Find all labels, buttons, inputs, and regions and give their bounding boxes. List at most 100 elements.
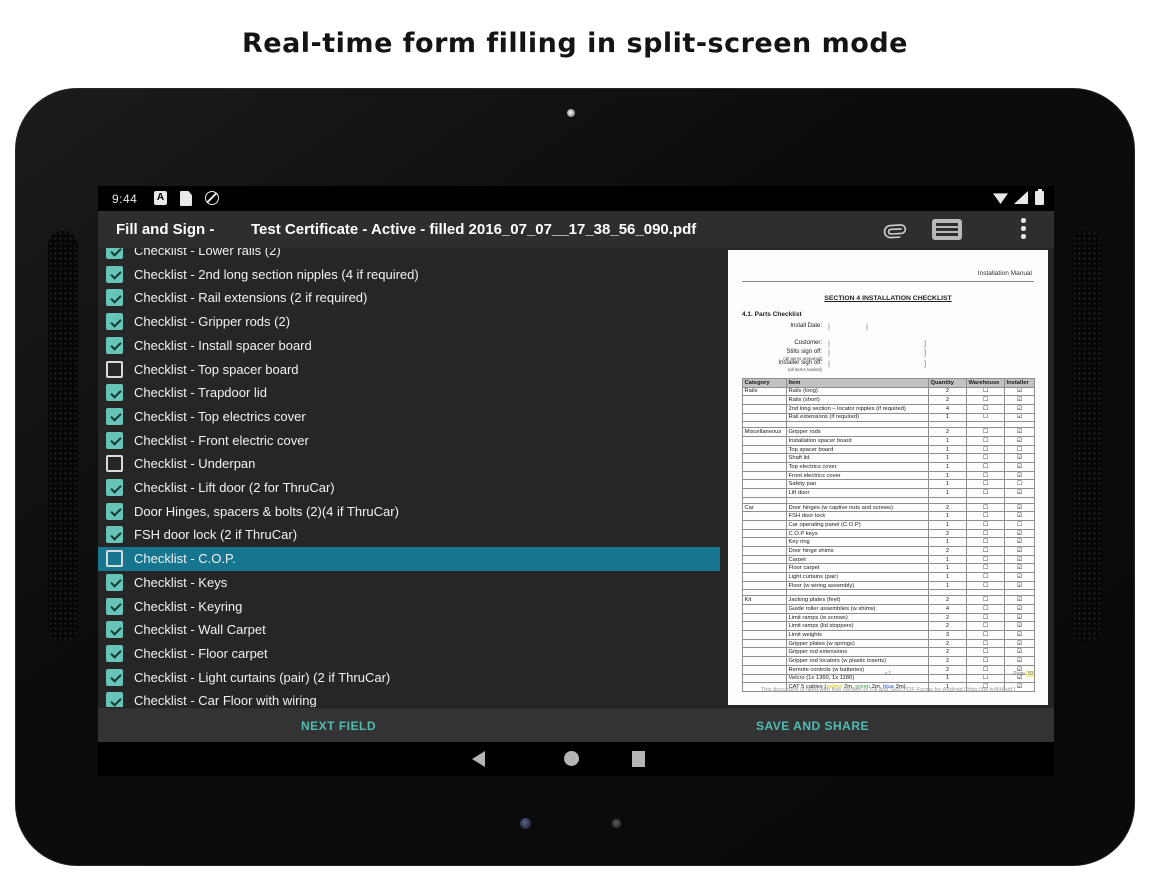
checklist-item[interactable]: Checklist - Keys <box>98 571 720 595</box>
checklist-item[interactable]: Checklist - Car Floor with wiring <box>98 689 720 707</box>
checkbox-checked-icon[interactable] <box>106 384 123 401</box>
pdf-checkbox-checked-icon: ☑ <box>1005 547 1035 556</box>
pdf-checkbox-unchecked-icon: ☐ <box>967 657 1005 666</box>
checkbox-unchecked-icon[interactable] <box>106 361 123 378</box>
pdf-checkbox-unchecked-icon: ☐ <box>967 613 1005 622</box>
checkbox-checked-icon[interactable] <box>106 598 123 615</box>
pdf-checkbox-unchecked-icon: ☐ <box>967 547 1005 556</box>
pdf-page-label: Page <box>1013 671 1025 677</box>
pdf-checkbox-checked-icon: ☑ <box>1005 512 1035 521</box>
pdf-table-row: KitJacking plates (feet)2☐☑ <box>743 596 1035 605</box>
checklist-item[interactable]: Checklist - Install spacer board <box>98 334 720 358</box>
checkbox-checked-icon[interactable] <box>106 432 123 449</box>
checklist-item[interactable]: Checklist - Wall Carpet <box>98 618 720 642</box>
app-bar: Fill and Sign - Test Certificate - Activ… <box>98 211 1054 248</box>
checklist-item[interactable]: Checklist - 2nd long section nipples (4 … <box>98 263 720 287</box>
pdf-checkbox-unchecked-icon: ☐ <box>967 405 1005 414</box>
pdf-field-label: Installer sign off: <box>728 360 822 366</box>
back-icon[interactable] <box>472 751 485 767</box>
checklist-item[interactable]: Checklist - Top electrics cover <box>98 405 720 429</box>
checklist-item[interactable]: Checklist - Lower rails (2) <box>98 248 720 263</box>
pdf-checkbox-unchecked-icon: ☐ <box>967 555 1005 564</box>
checklist-item[interactable]: Checklist - Rail extensions (2 if requir… <box>98 286 720 310</box>
keyboard-icon[interactable] <box>932 219 962 240</box>
checkbox-checked-icon[interactable] <box>106 266 123 283</box>
checklist-item[interactable]: Checklist - Keyring <box>98 595 720 619</box>
overflow-menu-icon[interactable] <box>1020 217 1026 241</box>
checklist-item[interactable]: Checklist - C.O.P. <box>98 547 720 571</box>
checklist-item-label: FSH door lock (2 if ThruCar) <box>134 527 297 542</box>
checklist-item[interactable]: Checklist - Light curtains (pair) (2 if … <box>98 666 720 690</box>
pdf-checkbox-checked-icon: ☑ <box>1005 581 1035 590</box>
checkbox-checked-icon[interactable] <box>106 503 123 520</box>
checklist-item[interactable]: Checklist - Floor carpet <box>98 642 720 666</box>
pdf-table-header-row: Category Item Quantity Warehouse Install… <box>743 379 1035 388</box>
app-notification-icon: A <box>154 191 167 205</box>
pdf-checkbox-checked-icon: ☑ <box>1005 596 1035 605</box>
pdf-checkbox-unchecked-icon: ☐ <box>1005 445 1035 454</box>
checklist-item[interactable]: Checklist - Front electric cover <box>98 429 720 453</box>
pdf-checkbox-unchecked-icon: ☐ <box>967 631 1005 640</box>
checkbox-checked-icon[interactable] <box>106 526 123 543</box>
checkbox-checked-icon[interactable] <box>106 645 123 662</box>
pdf-table-row: Limit weights3☐☑ <box>743 631 1035 640</box>
pdf-preview-pane[interactable]: Installation Manual SECTION 4 INSTALLATI… <box>720 248 1054 707</box>
checkbox-checked-icon[interactable] <box>106 408 123 425</box>
speaker-grille-right-icon <box>1072 231 1102 641</box>
pdf-table-row: Guide roller assemblies (w shims)4☐☑ <box>743 605 1035 614</box>
checklist-item[interactable]: Checklist - Lift door (2 for ThruCar) <box>98 476 720 500</box>
speaker-grille-left-icon <box>48 231 78 641</box>
checkbox-unchecked-icon[interactable] <box>106 455 123 472</box>
checklist-item-label: Checklist - Trapdoor lid <box>134 385 267 400</box>
checkbox-checked-icon[interactable] <box>106 337 123 354</box>
save-and-share-button[interactable]: SAVE AND SHARE <box>756 719 869 733</box>
checklist-item[interactable]: Checklist - Underpan <box>98 452 720 476</box>
screen: 9:44 A Fill and Sign - Test Certificate … <box>98 186 1054 776</box>
pdf-field-bracket: ] <box>924 359 926 368</box>
app-title: Fill and Sign - <box>116 221 214 238</box>
checkbox-checked-icon[interactable] <box>106 313 123 330</box>
pdf-field-bracket: | <box>866 322 868 331</box>
pdf-checkbox-unchecked-icon: ☐ <box>967 538 1005 547</box>
checkbox-checked-icon[interactable] <box>106 621 123 638</box>
checkbox-checked-icon[interactable] <box>106 574 123 591</box>
checklist-item-label: Checklist - Wall Carpet <box>134 622 266 637</box>
pdf-table-row: Limit ramps (lid stoppers)2☐☑ <box>743 622 1035 631</box>
pdf-table-row: Car operating panel (C.O.P)1☐☐ <box>743 521 1035 530</box>
pdf-checkbox-unchecked-icon: ☐ <box>967 471 1005 480</box>
checklist-item[interactable]: Checklist - Top spacer board <box>98 358 720 382</box>
pdf-table-row: Light curtains (pair)1☐☑ <box>743 573 1035 582</box>
pdf-field-stilts-signoff: Stilts sign off: (all items prepared) | … <box>728 349 1048 358</box>
pdf-field-bracket: | <box>828 359 830 368</box>
home-icon[interactable] <box>564 751 579 766</box>
document-title: Test Certificate - Active - filled 2016_… <box>251 221 696 238</box>
pdf-checkbox-checked-icon: ☑ <box>1005 564 1035 573</box>
checklist-item[interactable]: FSH door lock (2 if ThruCar) <box>98 523 720 547</box>
checkbox-checked-icon[interactable] <box>106 248 123 259</box>
next-field-button[interactable]: NEXT FIELD <box>301 719 376 733</box>
attach-icon[interactable] <box>877 212 911 246</box>
pdf-checkbox-checked-icon: ☑ <box>1005 555 1035 564</box>
checkbox-checked-icon[interactable] <box>106 289 123 306</box>
pdf-table-row: 2nd long section – locator nipples (if r… <box>743 405 1035 414</box>
checkbox-checked-icon[interactable] <box>106 692 123 707</box>
form-fields-pane[interactable]: Checklist - Lower rails (2)Checklist - 2… <box>98 248 720 707</box>
pdf-checkbox-checked-icon: ☑ <box>1005 471 1035 480</box>
pdf-checkbox-unchecked-icon: ☐ <box>967 573 1005 582</box>
pdf-table-row: Limit ramps (w screws)2☐☑ <box>743 613 1035 622</box>
checklist-item[interactable]: Checklist - Gripper rods (2) <box>98 310 720 334</box>
checklist-item[interactable]: Checklist - Trapdoor lid <box>98 381 720 405</box>
bezel-camera-dot-icon <box>520 818 531 829</box>
pdf-checkbox-checked-icon: ☑ <box>1005 454 1035 463</box>
pdf-col-category: Category <box>743 379 787 388</box>
recents-icon[interactable] <box>632 751 645 767</box>
checkbox-checked-icon[interactable] <box>106 479 123 496</box>
pdf-checkbox-checked-icon: ☑ <box>1005 463 1035 472</box>
checklist-item-label: Checklist - Underpan <box>134 456 255 471</box>
checkbox-checked-icon[interactable] <box>106 669 123 686</box>
pdf-checkbox-checked-icon: ☑ <box>1005 538 1035 547</box>
pdf-table-row: CarDoor hinges (w captive nuts and screw… <box>743 503 1035 512</box>
checklist-item[interactable]: Door Hinges, spacers & bolts (2)(4 if Th… <box>98 500 720 524</box>
checkbox-unchecked-icon[interactable] <box>106 550 123 567</box>
pdf-checkbox-unchecked-icon: ☐ <box>967 445 1005 454</box>
